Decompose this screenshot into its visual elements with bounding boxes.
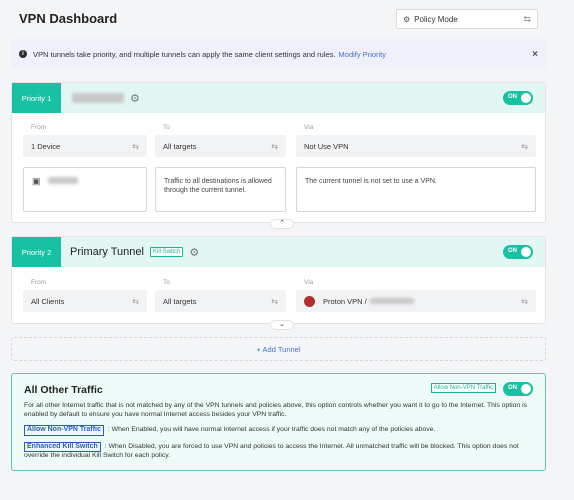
allow-non-vpn-traffic-badge: Allow Non-VPN Traffic — [430, 383, 496, 393]
priority-badge: Priority 1 — [12, 83, 61, 113]
swap-arrows-icon: ⇆ — [132, 141, 139, 151]
via-select[interactable]: Proton VPN / ⇆ — [296, 290, 536, 312]
via-desc: The current tunnel is not set to use a V… — [296, 167, 536, 212]
tunnel-name: Primary Tunnel — [70, 246, 144, 258]
swap-arrows-icon: ⇆ — [132, 296, 139, 306]
to-select[interactable]: All targets ⇆ — [155, 135, 286, 157]
expand-chevron-icon[interactable]: ⌄ — [270, 320, 294, 330]
from-select[interactable]: 1 Device ⇆ — [23, 135, 147, 157]
to-label: To — [163, 279, 170, 286]
policy-mode-select[interactable]: ⚙ Policy Mode ⇆ — [396, 9, 538, 29]
swap-arrows-icon: ⇆ — [521, 296, 528, 306]
enhanced-kill-switch-label: Enhanced Kill Switch — [24, 441, 101, 452]
to-select[interactable]: All targets ⇆ — [155, 290, 286, 312]
tunnel-card-2: Priority 2 Primary Tunnel Kill Switch ⚙ … — [11, 236, 546, 330]
allow-desc: : When Enabled, you will have normal Int… — [107, 426, 436, 433]
from-select[interactable]: All Clients ⇆ — [23, 290, 147, 312]
info-icon: i — [19, 50, 27, 58]
page-title: VPN Dashboard — [19, 11, 118, 26]
to-label: To — [163, 124, 170, 131]
add-tunnel-button[interactable]: + Add Tunnel — [11, 337, 546, 361]
collapse-chevron-icon[interactable]: ⌃ — [270, 219, 294, 229]
tunnel-toggle[interactable]: ON — [503, 91, 533, 105]
notice-text: VPN tunnels take priority, and multiple … — [33, 49, 336, 59]
all-other-traffic-panel: All Other Traffic Allow Non-VPN Traffic … — [11, 373, 546, 471]
gear-icon[interactable]: ⚙ — [189, 246, 199, 259]
from-desc: ▣ — [23, 167, 147, 212]
server-name-redacted — [369, 298, 414, 304]
other-traffic-toggle[interactable]: ON — [503, 382, 533, 396]
via-select[interactable]: Not Use VPN ⇆ — [296, 135, 536, 157]
panel-description: For all other Internet traffic that is n… — [24, 402, 528, 418]
swap-arrows-icon: ⇆ — [271, 296, 278, 306]
swap-arrows-icon: ⇆ — [271, 141, 278, 151]
modify-priority-link[interactable]: Modify Priority — [339, 50, 387, 59]
proton-vpn-icon — [304, 295, 315, 307]
gear-icon[interactable]: ⚙ — [130, 92, 140, 105]
to-desc: Traffic to all destinations is allowed t… — [155, 167, 286, 212]
via-label: Via — [304, 279, 314, 286]
allow-non-vpn-label: Allow Non-VPN Traffic — [24, 425, 104, 436]
tunnel-header-1: Priority 1 ⚙ ON — [12, 83, 545, 113]
via-label: Via — [304, 124, 314, 131]
policy-mode-label: Policy Mode — [414, 14, 458, 24]
kill-switch-badge: Kill Switch — [149, 247, 184, 257]
priority-badge: Priority 2 — [12, 237, 61, 267]
swap-arrows-icon: ⇆ — [523, 13, 531, 24]
from-label: From — [31, 124, 47, 131]
network-icon: ⚙ — [403, 14, 411, 24]
device-name-redacted — [48, 177, 79, 184]
from-label: From — [31, 279, 47, 286]
tunnel-name-redacted — [72, 93, 124, 103]
tunnel-toggle[interactable]: ON — [503, 245, 533, 259]
device-icon: ▣ — [32, 176, 41, 186]
close-icon[interactable]: × — [532, 49, 538, 60]
tunnel-header-2: Priority 2 Primary Tunnel Kill Switch ⚙ … — [12, 237, 545, 267]
tunnel-card-1: Priority 1 ⚙ ON From To Via 1 Device ⇆ Al… — [11, 82, 546, 229]
info-notice: i VPN tunnels take priority, and multipl… — [11, 39, 546, 69]
swap-arrows-icon: ⇆ — [521, 141, 528, 151]
